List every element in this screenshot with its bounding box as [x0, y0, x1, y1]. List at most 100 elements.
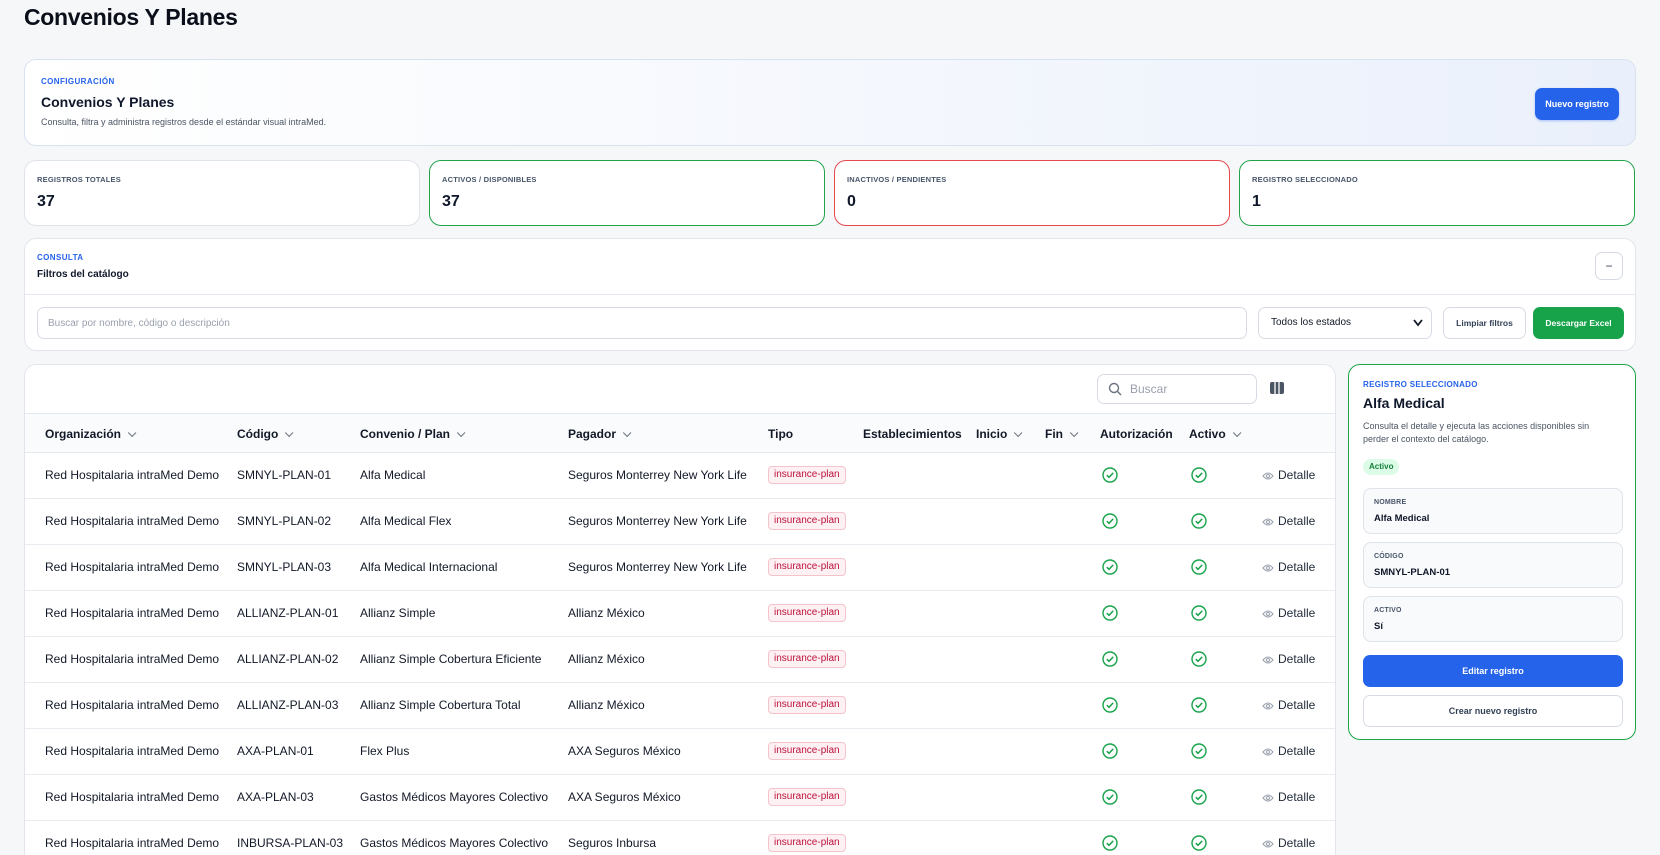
cell-organization: Red Hospitalaria intraMed Demo [45, 698, 220, 712]
type-badge: insurance-plan [768, 604, 846, 622]
column-header[interactable]: Organización [45, 427, 137, 441]
chevron-down-icon [1232, 428, 1242, 438]
cell-payer: AXA Seguros México [568, 790, 681, 804]
column-header[interactable]: Código [237, 427, 294, 441]
eye-icon [1262, 468, 1278, 482]
stat-active: ACTIVOS / DISPONIBLES 37 [429, 160, 825, 226]
detail-label: Detalle [1278, 836, 1316, 850]
detail-button[interactable]: Detalle [1262, 514, 1315, 528]
column-header: Establecimientos [863, 427, 962, 441]
filters-kicker: CONSULTA [37, 253, 84, 262]
download-excel-button[interactable]: Descargar Excel [1533, 307, 1624, 339]
cell-code: ALLIANZ-PLAN-02 [237, 652, 339, 666]
check-circle-icon [1191, 467, 1207, 483]
cell-plan: Alfa Medical Internacional [360, 560, 498, 574]
check-circle-icon [1102, 513, 1118, 529]
type-badge: insurance-plan [768, 834, 846, 852]
cell-code: ALLIANZ-PLAN-03 [237, 698, 339, 712]
cell-organization: Red Hospitalaria intraMed Demo [45, 744, 220, 758]
table-row[interactable]: Red Hospitalaria intraMed Demo ALLIANZ-PL… [25, 683, 1335, 729]
chevron-down-icon [622, 428, 632, 438]
cell-code: AXA-PLAN-01 [237, 744, 314, 758]
table-row[interactable]: Red Hospitalaria intraMed Demo AXA-PLAN-0… [25, 775, 1335, 821]
cell-plan: Gastos Médicos Mayores Colectivo [360, 790, 549, 804]
column-header[interactable]: Fin [1045, 427, 1079, 441]
table-search-input[interactable]: Buscar [1097, 374, 1257, 404]
type-badge: insurance-plan [768, 650, 846, 668]
status-badge: Activo [1363, 459, 1400, 475]
cell-organization: Red Hospitalaria intraMed Demo [45, 606, 220, 620]
chevron-down-icon [127, 428, 137, 438]
cell-organization: Red Hospitalaria intraMed Demo [45, 514, 220, 528]
eye-icon [1262, 606, 1278, 620]
table-header: Organización Código Convenio / Plan Paga… [25, 413, 1335, 453]
cell-organization: Red Hospitalaria intraMed Demo [45, 836, 220, 850]
table-search-placeholder: Buscar [1130, 382, 1168, 396]
cell-payer: Seguros Monterrey New York Life [568, 468, 747, 482]
cell-payer: AXA Seguros México [568, 744, 681, 758]
column-header[interactable]: Pagador [568, 427, 632, 441]
check-circle-icon [1191, 559, 1207, 575]
detail-button[interactable]: Detalle [1262, 836, 1315, 850]
clear-filters-button[interactable]: Limpiar filtros [1443, 307, 1526, 339]
hero-panel: CONFIGURACIÓN Convenios Y Planes Consult… [24, 59, 1636, 146]
cell-organization: Red Hospitalaria intraMed Demo [45, 560, 220, 574]
eye-icon [1262, 836, 1278, 850]
table-row[interactable]: Red Hospitalaria intraMed Demo INBURSA-PL… [25, 821, 1335, 855]
check-circle-icon [1191, 513, 1207, 529]
field-label: NOMBRE [1374, 499, 1407, 506]
detail-button[interactable]: Detalle [1262, 606, 1315, 620]
cell-payer: Allianz México [568, 698, 645, 712]
search-icon [1108, 382, 1122, 396]
state-select[interactable]: Todos los estados [1258, 307, 1432, 339]
cell-code: SMNYL-PLAN-02 [237, 514, 332, 528]
eye-icon [1262, 790, 1278, 804]
column-header[interactable]: Inicio [976, 427, 1023, 441]
side-title: Alfa Medical [1363, 395, 1445, 411]
column-header[interactable]: Convenio / Plan [360, 427, 466, 441]
detail-button[interactable]: Detalle [1262, 698, 1315, 712]
chevron-down-icon [285, 428, 294, 438]
detail-button[interactable]: Detalle [1262, 560, 1315, 574]
detail-button[interactable]: Detalle [1262, 468, 1315, 482]
stat-total: REGISTROS TOTALES 37 [24, 160, 420, 226]
type-badge: insurance-plan [768, 558, 846, 576]
column-header[interactable]: Activo [1189, 427, 1242, 441]
stat-value: 0 [847, 193, 856, 210]
cell-plan: Gastos Médicos Mayores Colectivo [360, 836, 549, 850]
stat-value: 37 [37, 193, 55, 210]
cell-plan: Allianz Simple Cobertura Total [360, 698, 521, 712]
check-circle-icon [1102, 559, 1118, 575]
new-record-button[interactable]: Nuevo registro [1535, 88, 1619, 120]
field-active: ACTIVO Sí [1363, 596, 1623, 642]
table-row[interactable]: Red Hospitalaria intraMed Demo SMNYL-PLAN… [25, 499, 1335, 545]
columns-icon[interactable] [1269, 380, 1285, 396]
collapse-filters-button[interactable]: − [1595, 252, 1623, 280]
stat-label: REGISTRO SELECCIONADO [1252, 175, 1358, 184]
eye-icon [1262, 560, 1278, 574]
table-row[interactable]: Red Hospitalaria intraMed Demo SMNYL-PLAN… [25, 453, 1335, 499]
stat-label: REGISTROS TOTALES [37, 175, 121, 184]
edit-record-button[interactable]: Editar registro [1363, 655, 1623, 687]
cell-payer: Seguros Monterrey New York Life [568, 560, 747, 574]
detail-button[interactable]: Detalle [1262, 652, 1315, 666]
check-circle-icon [1191, 651, 1207, 667]
divider [25, 294, 1635, 295]
create-record-button[interactable]: Crear nuevo registro [1363, 695, 1623, 727]
detail-button[interactable]: Detalle [1262, 744, 1315, 758]
detail-label: Detalle [1278, 698, 1316, 712]
cell-code: AXA-PLAN-03 [237, 790, 314, 804]
table-row[interactable]: Red Hospitalaria intraMed Demo ALLIANZ-PL… [25, 591, 1335, 637]
cell-plan: Alfa Medical [360, 468, 426, 482]
check-circle-icon [1191, 697, 1207, 713]
table-row[interactable]: Red Hospitalaria intraMed Demo SMNYL-PLAN… [25, 545, 1335, 591]
cell-payer: Seguros Inbursa [568, 836, 657, 850]
table-row[interactable]: Red Hospitalaria intraMed Demo ALLIANZ-PL… [25, 637, 1335, 683]
stat-value: 37 [442, 193, 460, 210]
catalog-search-input[interactable] [37, 307, 1247, 339]
table-row[interactable]: Red Hospitalaria intraMed Demo AXA-PLAN-0… [25, 729, 1335, 775]
detail-label: Detalle [1278, 790, 1316, 804]
cell-payer: Seguros Monterrey New York Life [568, 514, 747, 528]
detail-button[interactable]: Detalle [1262, 790, 1315, 804]
eye-icon [1262, 514, 1278, 528]
